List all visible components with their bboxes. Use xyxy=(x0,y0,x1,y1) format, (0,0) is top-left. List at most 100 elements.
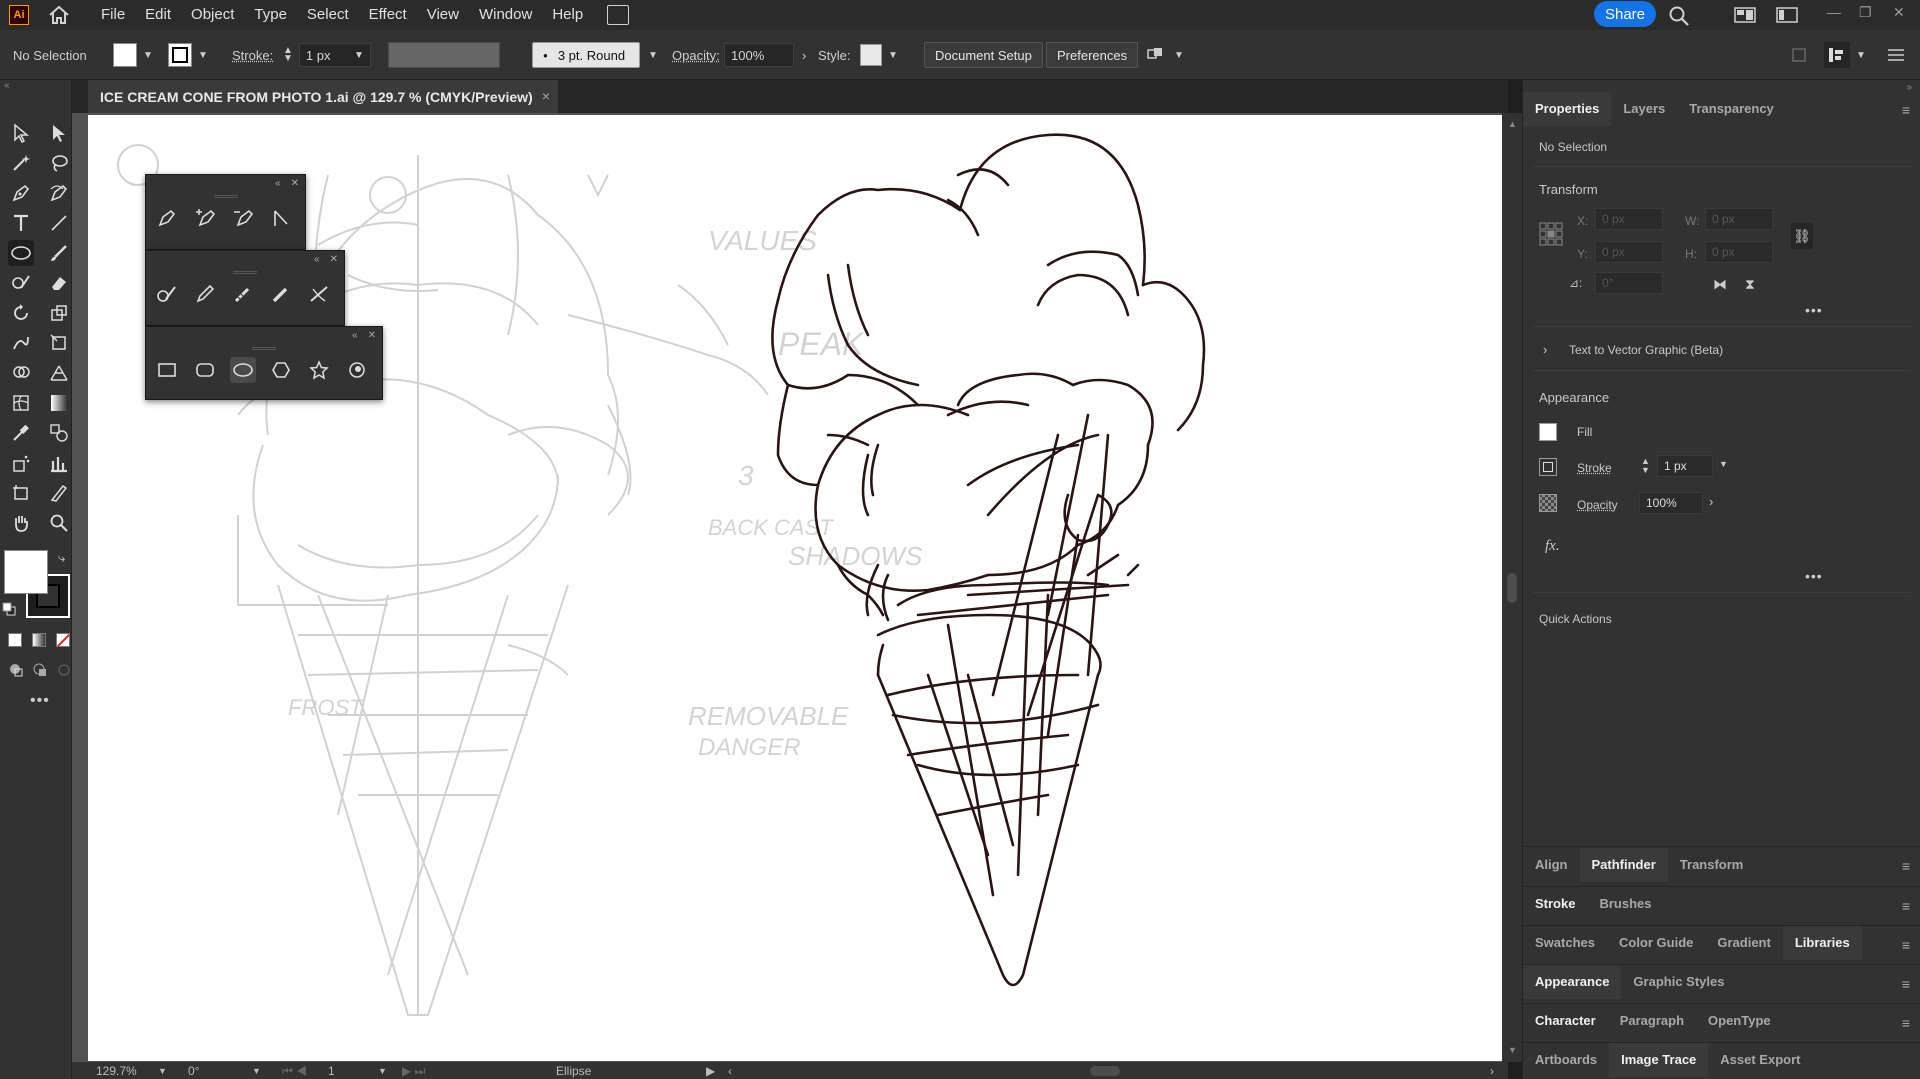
w-field[interactable]: 0 px xyxy=(1705,208,1773,230)
scale-tool-icon[interactable] xyxy=(46,300,72,326)
chevron-down-icon[interactable]: ▼ xyxy=(354,50,364,61)
selection-tool-icon[interactable] xyxy=(8,120,34,146)
chevron-down-icon[interactable]: ▼ xyxy=(648,50,658,61)
search-icon[interactable] xyxy=(1668,5,1690,30)
chevron-down-icon[interactable]: ▼ xyxy=(1856,50,1866,61)
none-mode-icon[interactable] xyxy=(56,633,70,647)
more-appearance-options-icon[interactable]: ••• xyxy=(1805,568,1823,584)
column-graph-tool-icon[interactable] xyxy=(46,450,72,476)
scroll-right-icon[interactable]: › xyxy=(1490,1064,1494,1078)
screen-mode-icon[interactable] xyxy=(1776,6,1798,27)
tab-transform[interactable]: Transform xyxy=(1668,848,1756,882)
arrange-documents-icon[interactable] xyxy=(607,5,630,25)
tab-transparency[interactable]: Transparency xyxy=(1677,92,1786,126)
shape-builder-tool-icon[interactable] xyxy=(8,360,34,386)
tab-asset-export[interactable]: Asset Export xyxy=(1708,1043,1812,1077)
angle-field[interactable]: 0° xyxy=(1595,272,1663,294)
chevron-right-icon[interactable]: › xyxy=(802,48,806,63)
menu-help[interactable]: Help xyxy=(542,0,593,30)
chevron-down-icon[interactable]: ▼ xyxy=(378,1066,387,1076)
zoom-level[interactable]: 129.7% xyxy=(96,1064,137,1078)
panel-menu-icon[interactable]: ≡ xyxy=(1902,858,1910,874)
chevron-down-icon[interactable]: ▼ xyxy=(143,50,153,61)
symbol-sprayer-tool-icon[interactable] xyxy=(8,450,34,476)
chevron-down-icon[interactable]: ▼ xyxy=(888,50,898,61)
close-panel-icon[interactable]: ✕ xyxy=(330,254,338,265)
h-field[interactable]: 0 px xyxy=(1705,241,1773,263)
tab-appearance[interactable]: Appearance xyxy=(1523,965,1622,999)
scroll-down-icon[interactable]: ▼ xyxy=(1508,1045,1517,1055)
close-panel-icon[interactable]: ✕ xyxy=(291,178,299,189)
tab-image-trace[interactable]: Image Trace xyxy=(1609,1043,1709,1077)
workspace-switcher-icon[interactable] xyxy=(1734,6,1756,27)
menu-object[interactable]: Object xyxy=(181,0,244,30)
pencil-tool-icon[interactable] xyxy=(192,281,218,307)
tab-opentype[interactable]: OpenType xyxy=(1696,1004,1783,1038)
chevron-down-icon[interactable]: ▼ xyxy=(252,1066,261,1076)
tab-properties[interactable]: Properties xyxy=(1523,92,1612,126)
horizontal-scroll-thumb[interactable] xyxy=(1090,1066,1120,1076)
opacity-label[interactable]: Opacity: xyxy=(672,30,720,80)
tab-swatches[interactable]: Swatches xyxy=(1523,926,1607,960)
artboard-number[interactable]: 1 xyxy=(328,1064,335,1078)
ellipse-tool-icon[interactable] xyxy=(230,357,256,383)
anchor-point-tool-icon[interactable] xyxy=(268,205,294,231)
rectangle-tool-icon[interactable] xyxy=(154,357,180,383)
graphic-style-swatch[interactable] xyxy=(860,44,882,66)
fx-button[interactable]: fx. xyxy=(1545,538,1560,555)
scroll-up-icon[interactable]: ▲ xyxy=(1508,119,1517,129)
menu-window[interactable]: Window xyxy=(469,0,542,30)
magic-wand-tool-icon[interactable] xyxy=(8,150,34,176)
fill-color-front[interactable] xyxy=(4,550,48,594)
paintbrush-tool-icon[interactable] xyxy=(46,240,72,266)
stroke-weight-field[interactable]: 1 px xyxy=(1657,455,1713,477)
x-field[interactable]: 0 px xyxy=(1595,208,1663,230)
pen-tool-icon[interactable] xyxy=(154,205,180,231)
gradient-mode-icon[interactable] xyxy=(32,633,46,647)
tab-graphic-styles[interactable]: Graphic Styles xyxy=(1621,965,1736,999)
rotation-value[interactable]: 0° xyxy=(188,1064,199,1078)
collapse-toolbar-icon[interactable]: « xyxy=(4,80,10,91)
join-tool-icon[interactable] xyxy=(306,281,332,307)
stroke-swatch[interactable] xyxy=(1539,458,1557,476)
tab-layers[interactable]: Layers xyxy=(1611,92,1677,126)
draw-behind-icon[interactable] xyxy=(32,662,48,681)
color-mode-icon[interactable] xyxy=(8,633,22,647)
gradient-tool-icon[interactable] xyxy=(46,390,72,416)
menu-type[interactable]: Type xyxy=(244,0,297,30)
lasso-tool-icon[interactable] xyxy=(46,150,72,176)
scroll-left-icon[interactable]: ‹ xyxy=(728,1064,732,1078)
panel-menu-icon[interactable]: ≡ xyxy=(1902,976,1910,992)
path-eraser-tool-icon[interactable] xyxy=(268,281,294,307)
close-tab-icon[interactable]: × xyxy=(542,88,550,104)
line-segment-tool-icon[interactable] xyxy=(46,210,72,236)
tab-libraries[interactable]: Libraries xyxy=(1782,926,1862,960)
expand-panels-icon[interactable]: » xyxy=(1906,82,1912,93)
warp-tool-icon[interactable] xyxy=(8,330,34,356)
restore-icon[interactable]: ❐ xyxy=(1859,4,1872,21)
menu-effect[interactable]: Effect xyxy=(359,0,417,30)
menu-file[interactable]: File xyxy=(91,0,135,30)
tab-paragraph[interactable]: Paragraph xyxy=(1608,1004,1696,1038)
hand-tool-icon[interactable] xyxy=(8,510,34,536)
panel-menu-icon[interactable]: ≡ xyxy=(1902,898,1910,914)
panel-menu-icon[interactable]: ≡ xyxy=(1902,102,1910,118)
chevron-down-icon[interactable]: ▼ xyxy=(1719,459,1728,469)
collapse-panel-icon[interactable]: « xyxy=(275,178,281,189)
tab-pathfinder[interactable]: Pathfinder xyxy=(1579,848,1668,882)
delete-anchor-point-tool-icon[interactable] xyxy=(230,205,256,231)
mesh-tool-icon[interactable] xyxy=(8,390,34,416)
tab-stroke[interactable]: Stroke xyxy=(1523,887,1587,921)
chevron-down-icon[interactable]: ▼ xyxy=(1174,50,1184,61)
collapse-panel-icon[interactable]: « xyxy=(352,330,358,341)
curvature-tool-icon[interactable] xyxy=(46,180,72,206)
brush-definition-dropdown[interactable]: ● 3 pt. Round xyxy=(532,42,640,68)
panel-menu-icon[interactable]: ≡ xyxy=(1902,937,1910,953)
add-anchor-point-tool-icon[interactable] xyxy=(192,205,218,231)
eyedropper-tool-icon[interactable] xyxy=(8,420,34,446)
opacity-field[interactable]: 100% xyxy=(724,43,794,67)
opacity-icon[interactable] xyxy=(1539,494,1557,512)
document-tab[interactable]: ICE CREAM CONE FROM PHOTO 1.ai @ 129.7 %… xyxy=(88,80,558,113)
draw-inside-icon[interactable] xyxy=(56,662,72,681)
flip-horizontal-icon[interactable]: ⧓ xyxy=(1713,276,1727,293)
